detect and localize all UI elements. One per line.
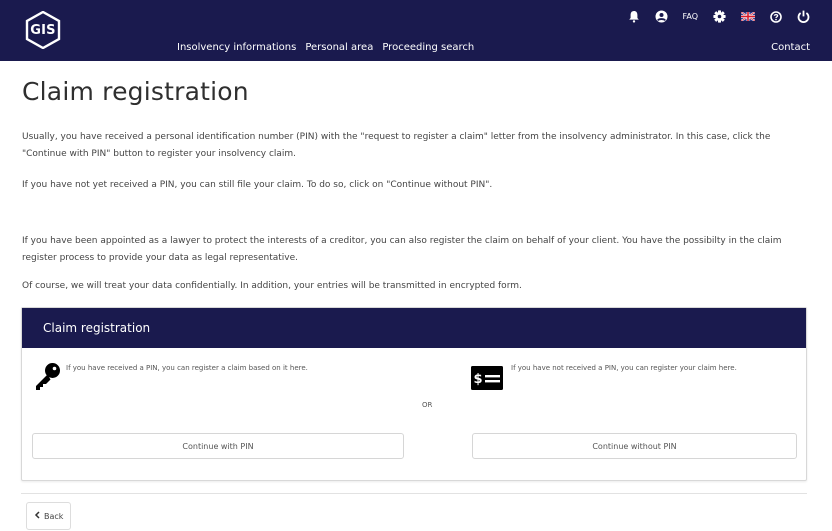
intro-paragraph-lawyer: If you have been appointed as a lawyer t… bbox=[22, 236, 782, 263]
nav-personal-area[interactable]: Personal area bbox=[305, 42, 373, 53]
faq-link[interactable]: FAQ bbox=[683, 12, 699, 21]
or-separator: OR bbox=[422, 401, 433, 409]
card-header: Claim registration bbox=[22, 308, 806, 348]
back-label: Back bbox=[44, 511, 64, 521]
nav-insolvency-informations[interactable]: Insolvency informations bbox=[177, 42, 296, 53]
user-icon[interactable] bbox=[655, 10, 668, 23]
uk-flag-icon[interactable] bbox=[741, 12, 755, 21]
svg-text:$: $ bbox=[474, 372, 483, 387]
key-icon bbox=[32, 362, 62, 396]
nav-proceeding-search[interactable]: Proceeding search bbox=[382, 42, 474, 53]
gear-icon[interactable] bbox=[713, 10, 726, 23]
no-pin-description: If you have not received a PIN, you can … bbox=[511, 364, 737, 372]
intro-paragraph-privacy: Of course, we will treat your data confi… bbox=[22, 281, 522, 291]
pin-description: If you have received a PIN, you can regi… bbox=[66, 364, 308, 372]
page-title: Claim registration bbox=[22, 77, 249, 106]
header-icons: FAQ bbox=[628, 10, 811, 23]
contact-link[interactable]: Contact bbox=[771, 42, 810, 53]
main-nav: Insolvency informations Personal area Pr… bbox=[177, 42, 474, 53]
help-icon[interactable] bbox=[770, 10, 782, 23]
divider bbox=[21, 493, 807, 494]
continue-without-pin-button[interactable]: Continue without PIN bbox=[472, 433, 797, 459]
money-icon: $ bbox=[471, 366, 503, 394]
power-icon[interactable] bbox=[797, 10, 810, 23]
intro-paragraph-no-pin: If you have not yet received a PIN, you … bbox=[22, 180, 493, 190]
logo-text: GIS bbox=[30, 22, 56, 38]
intro-paragraph-pin: Usually, you have received a personal id… bbox=[22, 132, 771, 159]
bell-icon[interactable] bbox=[628, 10, 640, 23]
chevron-left-icon bbox=[34, 511, 41, 521]
gis-logo[interactable]: GIS bbox=[24, 11, 62, 49]
top-header: GIS Insolvency informations Personal are… bbox=[0, 0, 832, 61]
continue-with-pin-button[interactable]: Continue with PIN bbox=[32, 433, 404, 459]
back-button[interactable]: Back bbox=[26, 502, 72, 530]
claim-registration-card: Claim registration If you have received … bbox=[21, 307, 807, 481]
